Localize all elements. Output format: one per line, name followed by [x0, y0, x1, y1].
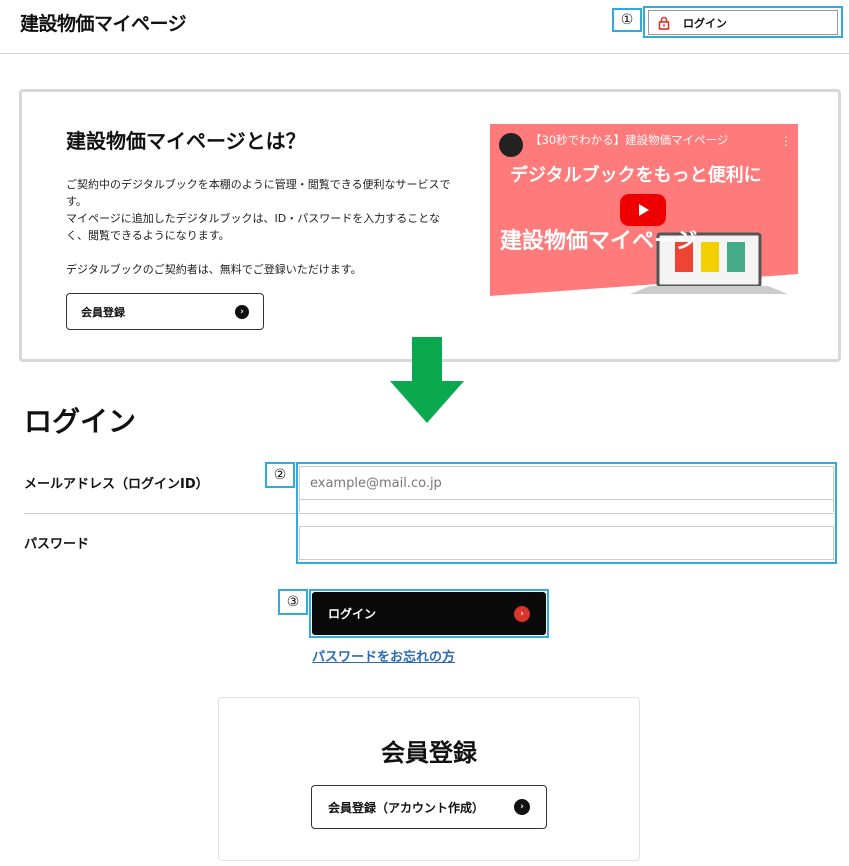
field-gap [299, 500, 834, 512]
annotation-marker-1: ① [612, 8, 642, 32]
login-button[interactable]: ログイン › [312, 592, 546, 635]
create-account-button[interactable]: 会員登録（アカウント作成） › [311, 785, 547, 829]
register-card [218, 697, 640, 861]
more-options-icon[interactable]: ⋮ [780, 134, 792, 148]
header-divider [0, 53, 849, 54]
chevron-right-icon: › [514, 605, 530, 622]
email-label: メールアドレス（ログインID） [24, 477, 209, 492]
forgot-password-link[interactable]: パスワードをお忘れの方 [312, 646, 455, 665]
channel-logo-icon [499, 133, 523, 157]
header-login-button[interactable]: ログイン [648, 10, 838, 35]
intro-paragraph-3: デジタルブックのご契約者は、無料でご登録いただけます。 [66, 263, 362, 276]
annotation-marker-2: ② [265, 462, 295, 488]
annotation-marker-3: ③ [278, 589, 308, 615]
chevron-right-icon: › [514, 799, 530, 815]
password-label: パスワード [24, 537, 90, 552]
video-thumbnail[interactable]: 【30秒でわかる】建設物価マイページ ⋮ デジタルブックをもっと便利に 建設物価… [490, 124, 798, 296]
lock-icon [657, 16, 671, 30]
intro-title: 建設物価マイページとは？ [66, 129, 306, 153]
create-account-label: 会員登録（アカウント作成） [328, 800, 485, 815]
down-arrow-icon [390, 337, 464, 423]
intro-register-label: 会員登録 [81, 305, 125, 319]
video-subtitle: デジタルブックをもっと便利に [510, 165, 762, 186]
intro-paragraph-2: マイページに追加したデジタルブックは、ID・パスワードを入力することなく、閲覧で… [66, 212, 440, 242]
video-title: 【30秒でわかる】建設物価マイページ [530, 133, 729, 147]
login-button-label: ログイン [328, 607, 377, 621]
password-field[interactable] [299, 526, 834, 560]
site-title: 建設物価マイページ [20, 13, 187, 35]
email-field[interactable] [299, 466, 834, 500]
chevron-right-icon: › [235, 304, 249, 319]
intro-register-button[interactable]: 会員登録 › [66, 293, 264, 330]
login-heading: ログイン [24, 405, 137, 438]
intro-paragraph-1: ご契約中のデジタルブックを本棚のように管理・閲覧できる便利なサービスです。 [66, 178, 451, 208]
register-title: 会員登録 [381, 739, 477, 767]
play-button-icon[interactable] [620, 194, 666, 226]
video-big-text: 建設物価マイページ [500, 229, 698, 254]
header-login-label: ログイン [683, 16, 727, 30]
